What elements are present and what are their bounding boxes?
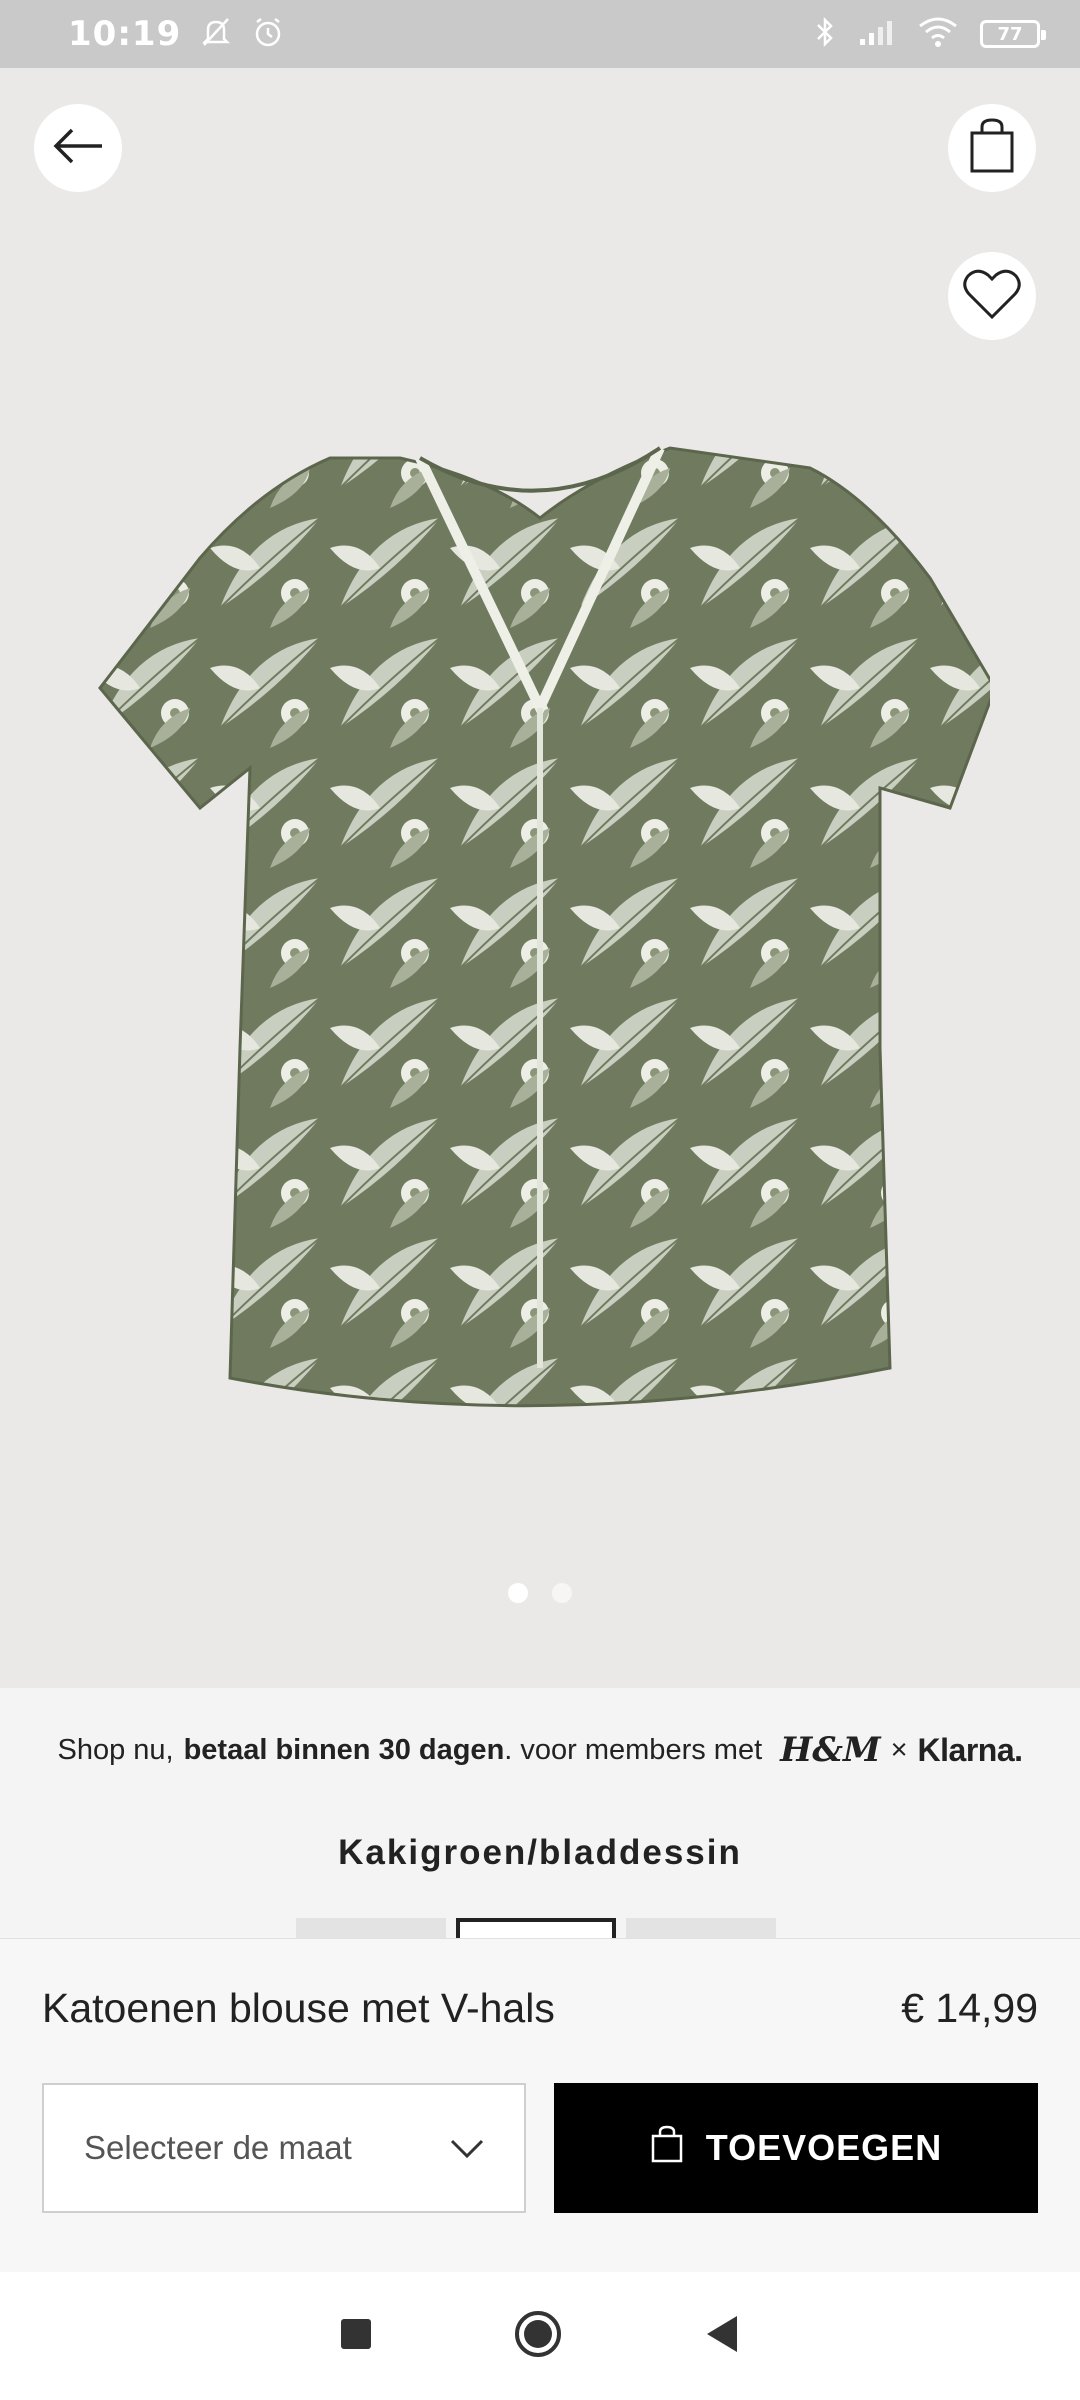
klarna-promo: Shop nu, betaal binnen 30 dagen. voor me… (0, 1730, 1080, 1770)
gallery-dot[interactable] (552, 1583, 572, 1603)
status-time: 10:19 (68, 14, 182, 54)
promo-suffix: . voor members met (504, 1733, 763, 1766)
bluetooth-icon (814, 15, 836, 53)
status-bar: 10:19 77 (0, 0, 1080, 68)
purchase-panel: Katoenen blouse met V-hals € 14,99 Selec… (0, 1938, 1080, 2273)
gallery-pagination (0, 1583, 1080, 1603)
home-button[interactable] (513, 2309, 563, 2364)
back-button[interactable] (34, 104, 122, 192)
add-to-cart-button[interactable]: TOEVOEGEN (554, 2083, 1038, 2213)
chevron-down-icon (450, 2129, 484, 2167)
battery-icon: 77 (980, 20, 1046, 48)
bell-off-icon (199, 15, 233, 53)
heart-icon (962, 267, 1022, 326)
promo-bold: betaal binnen 30 dagen (183, 1733, 505, 1766)
favorite-button[interactable] (948, 252, 1036, 340)
shopping-bag-icon (967, 117, 1017, 180)
promo-times: × (890, 1733, 908, 1766)
color-swatch[interactable] (626, 1918, 776, 1938)
back-nav-button[interactable] (703, 2314, 741, 2359)
promo-prefix: Shop nu, (57, 1733, 174, 1766)
battery-level: 77 (997, 23, 1023, 45)
signal-icon (858, 17, 896, 51)
color-swatch-selected[interactable] (456, 1918, 616, 1938)
product-gallery[interactable] (0, 68, 1080, 1688)
product-price: € 14,99 (901, 1985, 1038, 2031)
shopping-bag-icon (650, 2124, 684, 2173)
product-name: Katoenen blouse met V-hals (42, 1985, 555, 2031)
color-name: Kakigroen/bladdessin (338, 1833, 742, 1872)
size-select-placeholder: Selecteer de maat (84, 2129, 352, 2166)
arrow-left-icon (50, 126, 106, 171)
system-nav-bar (0, 2272, 1080, 2400)
size-select[interactable]: Selecteer de maat (42, 2083, 526, 2213)
hm-logo: H&M (780, 1730, 881, 1770)
alarm-icon (251, 15, 285, 53)
color-swatches (296, 1918, 776, 1938)
recents-button[interactable] (339, 2317, 373, 2356)
klarna-logo: Klarna. (917, 1731, 1023, 1768)
wifi-icon (918, 16, 958, 52)
add-to-cart-label: TOEVOEGEN (705, 2127, 943, 2168)
gallery-dot-active[interactable] (508, 1583, 528, 1603)
product-image (90, 388, 997, 1443)
shopping-bag-button[interactable] (948, 104, 1036, 192)
color-swatch[interactable] (296, 1918, 446, 1938)
